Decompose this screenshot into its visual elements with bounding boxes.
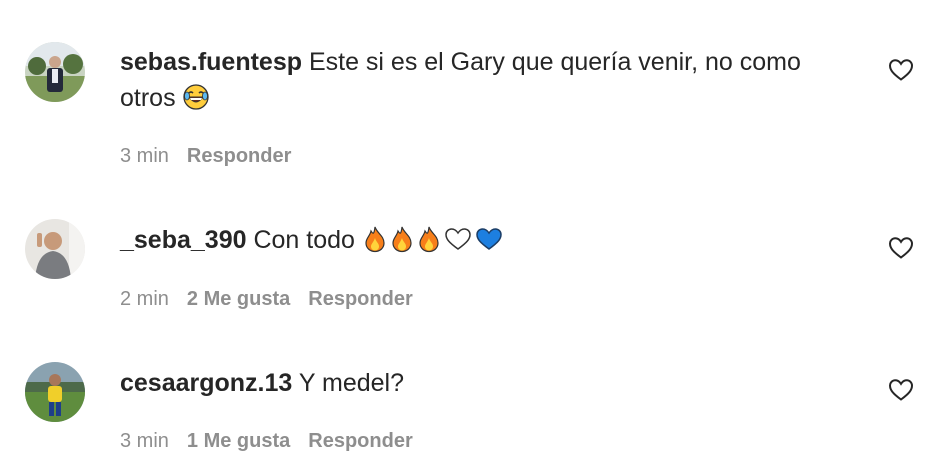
comment-text: cesaargonz.13 Y medel?	[120, 365, 860, 401]
avatar[interactable]	[25, 42, 85, 102]
avatar[interactable]	[25, 219, 85, 279]
comment-username[interactable]: sebas.fuentesp	[120, 48, 302, 76]
heart-outline-icon[interactable]	[888, 378, 914, 402]
reply-button[interactable]: Responder	[308, 288, 412, 310]
reply-button[interactable]: Responder	[187, 145, 291, 167]
reply-button[interactable]: Responder	[308, 430, 412, 452]
comment-meta: 2 min 2 Me gusta Responder	[120, 288, 431, 311]
comment-text: sebas.fuentesp Este si es el Gary que qu…	[120, 44, 860, 116]
likes-count-button[interactable]: 2 Me gusta	[187, 288, 290, 310]
blue-heart-icon	[476, 228, 502, 250]
comment-message: Y medel?	[292, 369, 404, 397]
avatar[interactable]	[25, 362, 85, 422]
comment-time: 3 min	[120, 430, 169, 452]
heart-outline-icon[interactable]	[888, 236, 914, 260]
face-with-tears-of-joy-icon	[182, 84, 209, 110]
likes-count-button[interactable]: 1 Me gusta	[187, 430, 290, 452]
comment-time: 2 min	[120, 288, 169, 310]
comment-username[interactable]: cesaargonz.13	[120, 369, 292, 397]
comment-text: _seba_390 Con todo	[120, 222, 860, 258]
comment-username[interactable]: _seba_390	[120, 226, 247, 254]
comment-time: 3 min	[120, 145, 169, 167]
comment-meta: 3 min 1 Me gusta Responder	[120, 430, 431, 453]
comment-message: Con todo	[246, 226, 355, 254]
fire-icon	[392, 226, 412, 253]
heart-outline-icon[interactable]	[888, 58, 914, 82]
comment-meta: 3 min Responder	[120, 145, 309, 168]
fire-icon	[419, 226, 439, 253]
fire-icon	[365, 226, 385, 253]
white-heart-icon	[445, 228, 471, 250]
